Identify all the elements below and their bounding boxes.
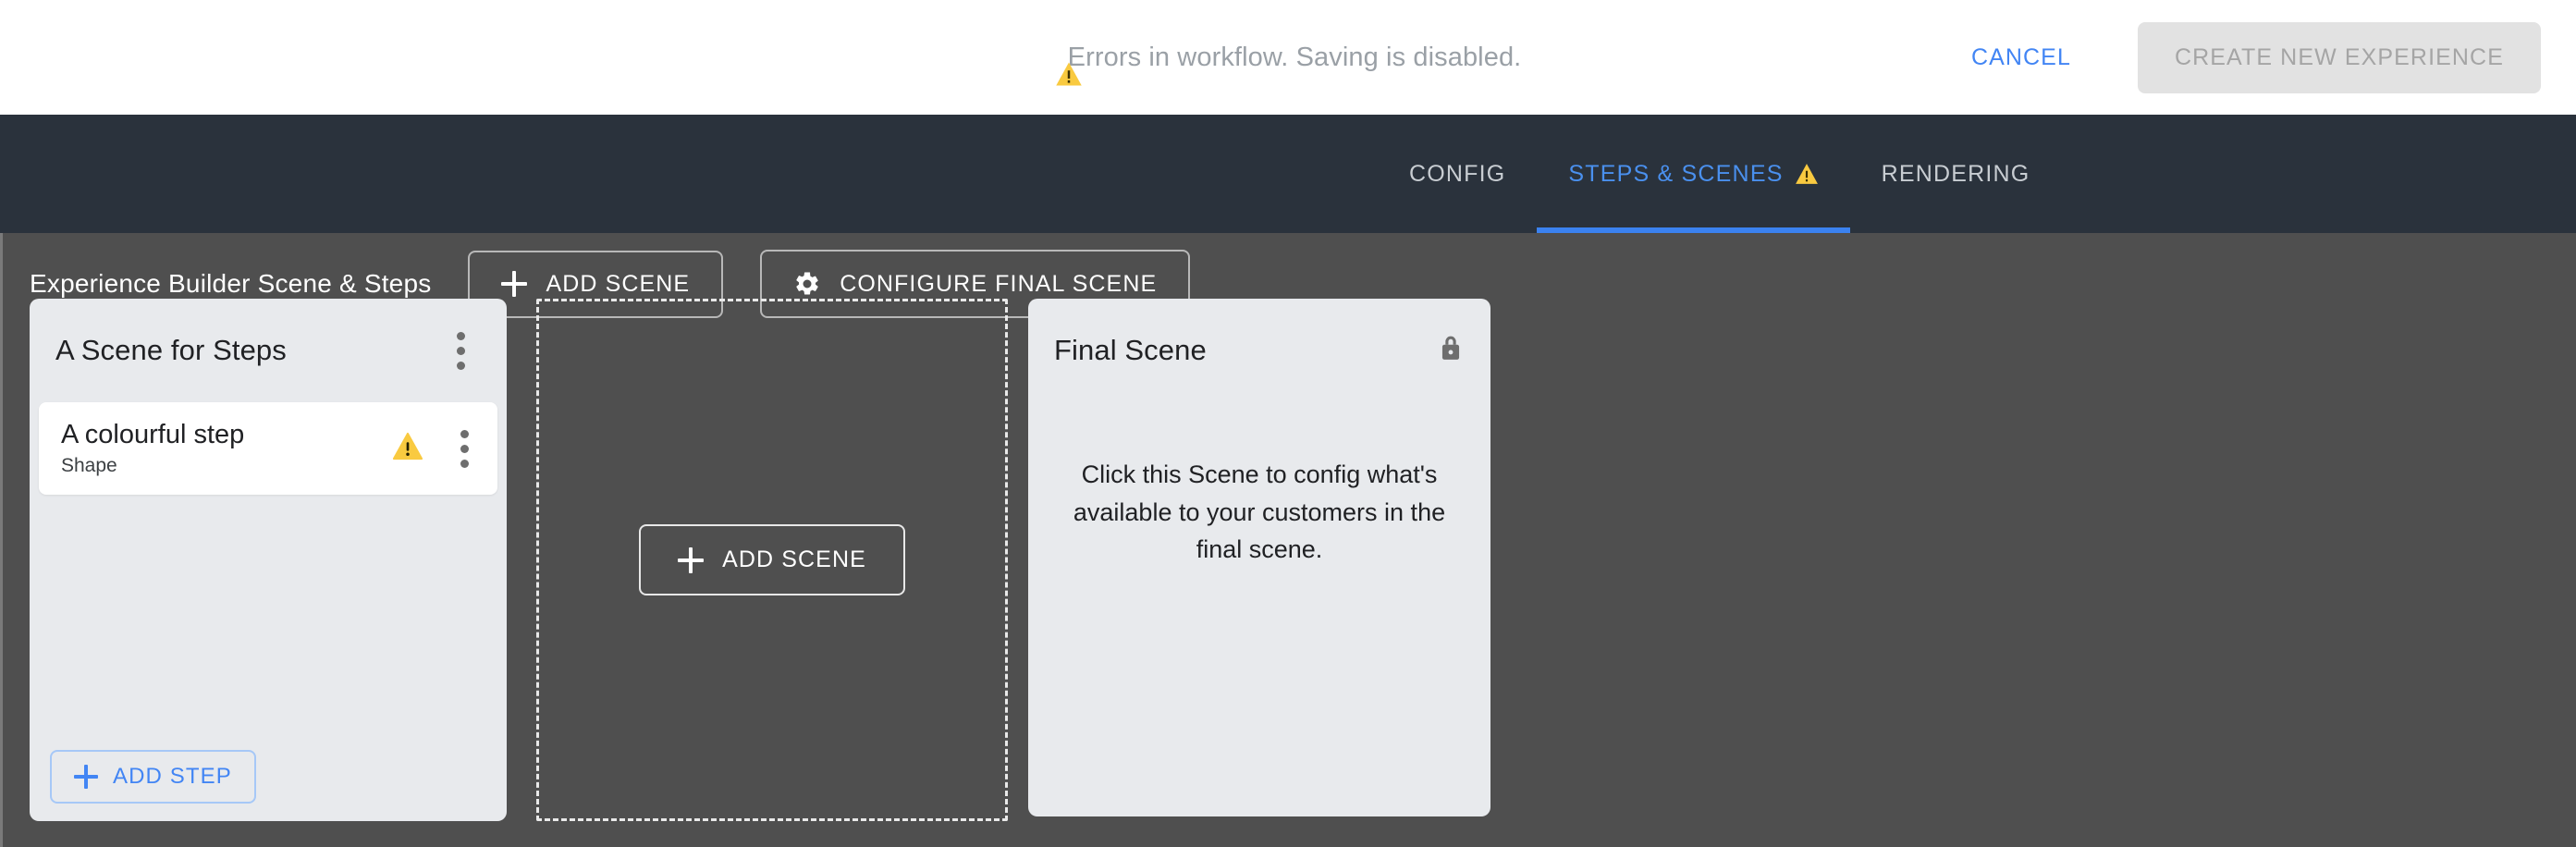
warning-triangle-icon bbox=[392, 432, 423, 465]
tab-steps-and-scenes-label: STEPS & SCENES bbox=[1568, 160, 1784, 187]
final-scene-hint: Click this Scene to config what's availa… bbox=[1073, 460, 1446, 563]
scene-card-footer: ADD STEP bbox=[30, 732, 507, 821]
experience-builder-page: Errors in workflow. Saving is disabled. … bbox=[0, 0, 2576, 847]
tab-list: CONFIG STEPS & SCENES RENDERING bbox=[1378, 115, 2061, 233]
scene-card-title: A Scene for Steps bbox=[55, 334, 287, 366]
create-new-experience-button[interactable]: CREATE NEW EXPERIENCE bbox=[2137, 21, 2541, 93]
top-header-bar: Errors in workflow. Saving is disabled. … bbox=[0, 0, 2576, 115]
kebab-menu-icon[interactable] bbox=[444, 423, 485, 474]
lock-icon bbox=[1437, 333, 1465, 369]
dropzone-add-scene-label: ADD SCENE bbox=[722, 546, 866, 572]
step-item-name: A colourful step bbox=[61, 420, 245, 449]
tab-config[interactable]: CONFIG bbox=[1378, 115, 1537, 233]
final-scene-header: Final Scene bbox=[1028, 299, 1490, 402]
scene-card-header: A Scene for Steps bbox=[30, 299, 507, 402]
plus-icon bbox=[74, 765, 98, 789]
tab-rendering-label: RENDERING bbox=[1881, 160, 2030, 187]
page-title: Experience Builder Scene & Steps bbox=[30, 269, 432, 298]
dropzone-add-scene-button[interactable]: ADD SCENE bbox=[639, 524, 905, 595]
step-list-item[interactable]: A colourful step Shape bbox=[39, 402, 497, 495]
add-step-button[interactable]: ADD STEP bbox=[50, 750, 256, 804]
cancel-button[interactable]: CANCEL bbox=[1944, 28, 2099, 88]
add-step-button-label: ADD STEP bbox=[113, 764, 232, 789]
tab-config-label: CONFIG bbox=[1409, 160, 1506, 187]
scene-card[interactable]: A Scene for Steps A colourful step Shape bbox=[30, 299, 507, 821]
final-scene-card[interactable]: Final Scene Click this Scene to config w… bbox=[1028, 299, 1490, 816]
plus-icon bbox=[678, 546, 705, 573]
add-scene-button-label: ADD SCENE bbox=[546, 270, 691, 297]
step-item-type: Shape bbox=[61, 455, 117, 476]
tab-rendering[interactable]: RENDERING bbox=[1850, 115, 2062, 233]
gear-icon bbox=[793, 270, 821, 298]
tab-navigation-bar: CONFIG STEPS & SCENES RENDERING bbox=[0, 115, 2576, 233]
step-item-texts: A colourful step Shape bbox=[61, 420, 392, 476]
add-scene-dropzone[interactable]: ADD SCENE bbox=[536, 299, 1008, 821]
configure-final-scene-button-label: CONFIGURE FINAL SCENE bbox=[840, 270, 1158, 297]
plus-icon bbox=[501, 271, 528, 297]
workflow-error-text: Errors in workflow. Saving is disabled. bbox=[1067, 42, 1522, 72]
header-actions: CANCEL CREATE NEW EXPERIENCE bbox=[1944, 0, 2541, 115]
canvas-left-edge bbox=[0, 233, 3, 847]
tab-steps-and-scenes[interactable]: STEPS & SCENES bbox=[1537, 115, 1850, 233]
final-scene-title: Final Scene bbox=[1054, 334, 1207, 366]
warning-triangle-icon bbox=[1795, 163, 1819, 185]
scene-canvas: Experience Builder Scene & Steps ADD SCE… bbox=[0, 233, 2576, 847]
kebab-menu-icon[interactable] bbox=[440, 325, 481, 376]
